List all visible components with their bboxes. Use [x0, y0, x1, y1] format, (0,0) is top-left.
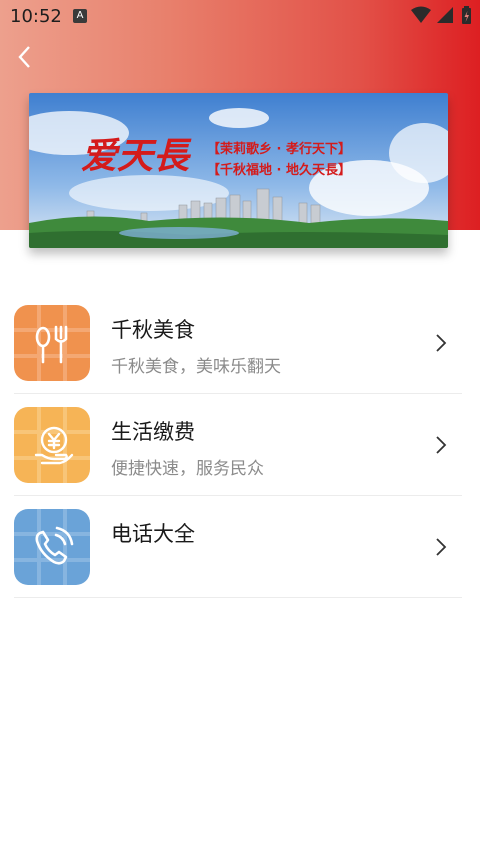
chevron-right-icon — [436, 436, 447, 454]
chevron-right-icon — [436, 538, 447, 556]
banner-title: 爱天長 — [81, 135, 192, 177]
promo-banner[interactable]: 爱天長 【茉莉歌乡 · 孝行天下】 【千秋福地 · 地久天長】 — [29, 93, 448, 248]
wifi-icon — [411, 6, 431, 23]
chevron-right-icon — [436, 334, 447, 352]
status-bar: 10:52 A — [0, 0, 480, 32]
back-button[interactable] — [10, 42, 40, 72]
service-icon-tile — [14, 509, 90, 585]
service-item-phonebook[interactable]: 电话大全 — [14, 496, 462, 598]
service-item-payment[interactable]: 生活缴费 便捷快速，服务民众 — [14, 394, 462, 496]
service-subtitle: 便捷快速，服务民众 — [111, 459, 264, 479]
status-icons — [410, 6, 472, 30]
service-item-food[interactable]: 千秋美食 千秋美食，美味乐翻天 — [14, 292, 462, 394]
fork-spoon-icon — [14, 305, 90, 381]
banner-slogan-line1: 【茉莉歌乡 · 孝行天下】 — [207, 141, 351, 157]
status-notification-indicator: A — [73, 9, 87, 23]
service-icon-tile — [14, 305, 90, 381]
service-title: 千秋美食 — [111, 318, 195, 342]
phone-icon — [14, 509, 90, 585]
signal-icon — [437, 7, 453, 23]
chevron-left-icon — [18, 46, 30, 68]
service-title: 电话大全 — [111, 522, 195, 546]
banner-slogan-line2: 【千秋福地 · 地久天長】 — [207, 162, 351, 178]
status-time: 10:52 — [10, 6, 62, 27]
service-subtitle: 千秋美食，美味乐翻天 — [111, 357, 281, 377]
service-icon-tile — [14, 407, 90, 483]
service-list: 千秋美食 千秋美食，美味乐翻天 生活缴费 便捷快速，服务民众 电话大全 — [14, 292, 462, 598]
battery-charging-icon — [462, 6, 471, 24]
payment-hand-icon — [14, 407, 90, 483]
service-title: 生活缴费 — [111, 420, 195, 444]
